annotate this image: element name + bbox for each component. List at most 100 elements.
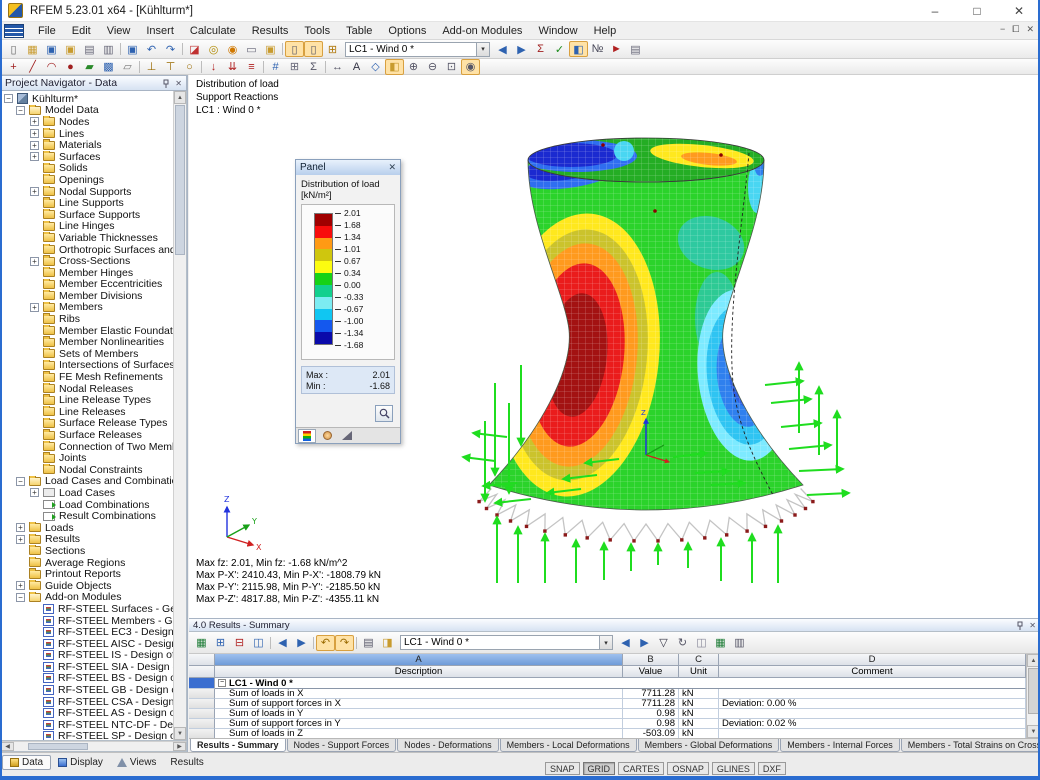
tree-item[interactable]: Ribs <box>1 313 173 325</box>
open-file-button[interactable]: ▦ <box>23 41 42 57</box>
panel-zoom-button[interactable] <box>375 405 393 422</box>
previous-load-case-button[interactable]: ◀ <box>493 41 512 57</box>
tree-item[interactable]: Surface Supports <box>1 209 173 221</box>
cartes-toggle[interactable]: CARTES <box>618 762 664 775</box>
load-case-dropdown[interactable]: LC1 - Wind 0 * <box>345 42 477 57</box>
navigator-horizontal-scrollbar[interactable]: ◀ ▶ <box>0 741 187 752</box>
dxf-toggle[interactable]: DXF <box>758 762 786 775</box>
tree-item[interactable]: Nodal Constraints <box>1 464 173 476</box>
arc-tool-button[interactable]: ◠ <box>42 59 61 75</box>
results-tab-members-local-deformations[interactable]: Members - Local Deformations <box>500 739 637 752</box>
navigator-tab-data[interactable]: Data <box>2 755 51 770</box>
legend-panel[interactable]: Panel ✕ Distribution of load [kN/m²] 2.0… <box>295 159 401 444</box>
tree-item[interactable]: Member Nonlinearities <box>1 336 173 348</box>
tree-item[interactable]: RF-STEEL EC3 - Design of steel me <box>1 626 173 638</box>
layers-button[interactable]: ▣ <box>261 41 280 57</box>
export-table-button[interactable]: ▦ <box>192 635 211 651</box>
select-button[interactable]: + <box>4 59 23 75</box>
save-button[interactable]: ▣ <box>42 41 61 57</box>
mesh-settings-button[interactable]: ⊞ <box>285 59 304 75</box>
table-row[interactable]: Sum of support forces in Y 0.98 kN Devia… <box>189 719 1026 729</box>
print-button[interactable]: ▤ <box>80 41 99 57</box>
tree-expander[interactable]: − <box>16 593 25 602</box>
calculation-button[interactable]: Σ <box>531 41 550 57</box>
scrollbar-thumb[interactable] <box>175 105 185 255</box>
fe-mesh-button[interactable]: # <box>266 59 285 75</box>
tree-item[interactable]: Connection of Two Members <box>1 441 173 453</box>
show-results-button[interactable]: ◧ <box>569 41 588 57</box>
scroll-left-icon[interactable]: ◀ <box>1 742 14 751</box>
grid-toggle[interactable]: GRID <box>583 762 616 775</box>
delete-row-button[interactable]: ⊟ <box>230 635 249 651</box>
tree-item[interactable]: + Surfaces <box>1 151 173 163</box>
mdi-restore-button[interactable]: ⧠ <box>1012 24 1019 35</box>
navigator-toggle-button[interactable]: ▯ <box>285 41 304 57</box>
view-columns-button[interactable]: ◫ <box>249 635 268 651</box>
previous-table-button[interactable]: ◀ <box>273 635 292 651</box>
glines-toggle[interactable]: GLINES <box>712 762 755 775</box>
panel-toggle-button[interactable]: ⊞ <box>323 41 342 57</box>
minimize-button[interactable]: – <box>914 0 956 21</box>
menu-insert[interactable]: Insert <box>138 24 182 38</box>
graphics-viewport[interactable]: Distribution of loadSupport ReactionsLC1… <box>189 75 1040 618</box>
print-preview-button[interactable]: ▥ <box>99 41 118 57</box>
node-tool-button[interactable]: ● <box>61 59 80 75</box>
results-tab-nodes-deformations[interactable]: Nodes - Deformations <box>397 739 499 752</box>
column-header-value[interactable]: Value <box>623 666 679 678</box>
panel-tab-filter[interactable] <box>338 429 356 443</box>
navigator-tab-display[interactable]: Display <box>51 756 110 769</box>
results-tab-members-internal-forces[interactable]: Members - Internal Forces <box>780 739 900 752</box>
opening-tool-button[interactable]: ▱ <box>118 59 137 75</box>
tree-item[interactable]: Surface Releases <box>1 429 173 441</box>
zoom-in-button[interactable]: ⊕ <box>404 59 423 75</box>
table-row[interactable]: Sum of loads in X 7711.28 kN <box>189 689 1026 699</box>
tree-item[interactable]: Average Regions <box>1 557 173 569</box>
pin-icon[interactable] <box>162 79 170 88</box>
group-row[interactable]: −LC1 - Wind 0 * <box>189 678 1026 689</box>
tree-item[interactable]: Result Combinations <box>1 510 173 522</box>
table-row[interactable]: Sum of support forces in X 7711.28 kN De… <box>189 699 1026 709</box>
chevron-down-icon[interactable]: ▾ <box>600 635 613 650</box>
close-button[interactable]: ✕ <box>998 0 1040 21</box>
tree-item[interactable]: Line Releases <box>1 406 173 418</box>
column-header-unit[interactable]: Unit <box>679 666 719 678</box>
next-table-button[interactable]: ▶ <box>292 635 311 651</box>
filter-cells-button[interactable]: ◨ <box>378 635 397 651</box>
redo-button[interactable]: ↷ <box>161 41 180 57</box>
results-tab-members-total-strains[interactable]: Members - Total Strains on Cross-Section <box>901 739 1040 752</box>
tree-expander[interactable]: + <box>30 117 39 126</box>
table-toggle-button[interactable]: ▯ <box>304 41 323 57</box>
comment-button[interactable]: ▭ <box>242 41 261 57</box>
tree-item[interactable]: Solids <box>1 163 173 175</box>
maximize-button[interactable]: □ <box>956 0 998 21</box>
table-row[interactable]: Sum of loads in Z -503.09 kN <box>189 729 1026 738</box>
menu-tools[interactable]: Tools <box>296 24 338 38</box>
menu-file[interactable]: File <box>30 24 64 38</box>
print-graphic-button[interactable]: ▤ <box>626 41 645 57</box>
text-tool-button[interactable]: A <box>347 59 366 75</box>
tree-expander[interactable]: + <box>30 257 39 266</box>
tree-item[interactable]: + Members <box>1 302 173 314</box>
chart-button[interactable]: ◫ <box>692 635 711 651</box>
nodal-support-button[interactable]: ⊥ <box>142 59 161 75</box>
tree-expander[interactable]: + <box>16 523 25 532</box>
menu-help[interactable]: Help <box>586 24 625 38</box>
tree-item[interactable]: Openings <box>1 174 173 186</box>
tree-item[interactable]: Member Divisions <box>1 290 173 302</box>
tree-item[interactable]: RF-STEEL SP - Design of steel men <box>1 731 173 740</box>
save-as-button[interactable]: ▣ <box>61 41 80 57</box>
add-row-button[interactable]: ⊞ <box>211 635 230 651</box>
excel-export-button[interactable]: ▦ <box>711 635 730 651</box>
tree-item[interactable]: Line Supports <box>1 197 173 209</box>
tree-item[interactable]: RF-STEEL IS - Design of steel mem <box>1 650 173 662</box>
tree-item[interactable]: Joints <box>1 452 173 464</box>
menu-options[interactable]: Options <box>380 24 434 38</box>
tree-item[interactable]: Line Release Types <box>1 394 173 406</box>
menu-view[interactable]: View <box>99 24 139 38</box>
tree-item[interactable]: + Loads <box>1 522 173 534</box>
menu-table[interactable]: Table <box>338 24 380 38</box>
pin-icon[interactable] <box>1016 621 1024 630</box>
results-tab-nodes-support-forces[interactable]: Nodes - Support Forces <box>287 739 397 752</box>
column-header-description[interactable]: Description <box>215 666 623 678</box>
tree-item[interactable]: Sets of Members <box>1 348 173 360</box>
